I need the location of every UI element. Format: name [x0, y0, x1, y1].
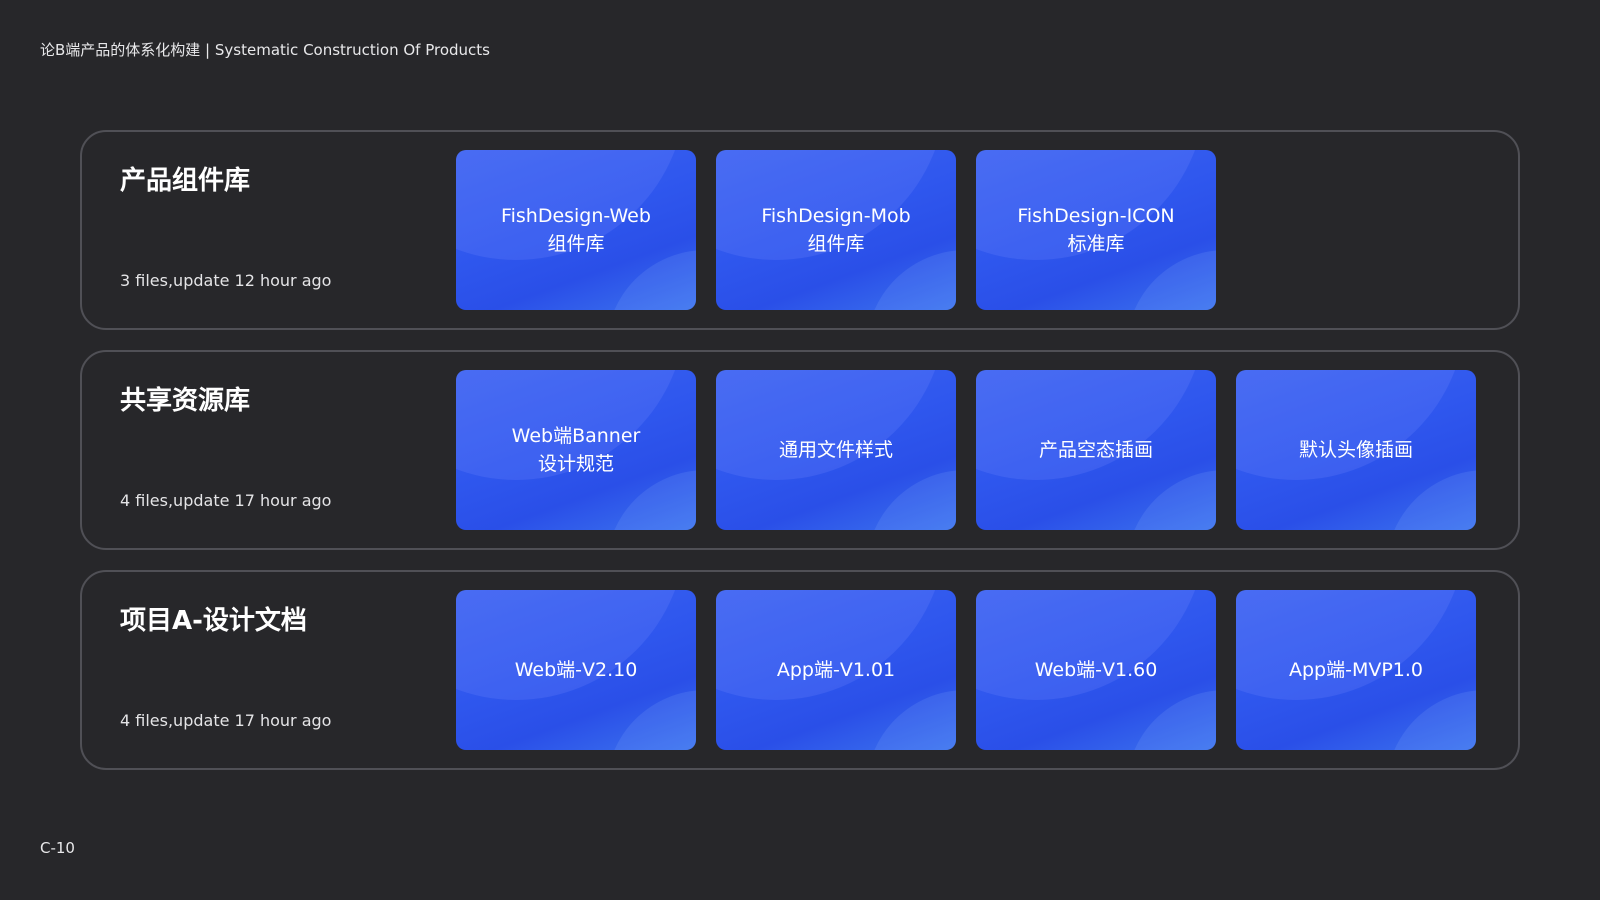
folder-card-web-banner[interactable]: Web端Banner 设计规范	[456, 370, 696, 530]
card-decoration	[606, 250, 696, 310]
card-decoration	[606, 690, 696, 750]
folder-card-app-v1-01[interactable]: App端-V1.01	[716, 590, 956, 750]
card-label: App端-MVP1.0	[1236, 656, 1476, 684]
section-title: 项目A-设计文档	[120, 606, 307, 636]
card-label: 产品空态插画	[976, 436, 1216, 464]
card-decoration	[866, 470, 956, 530]
section-meta: 4 files,update 17 hour ago	[120, 711, 332, 730]
card-decoration	[1126, 690, 1216, 750]
card-label: 通用文件样式	[716, 436, 956, 464]
card-label: 默认头像插画	[1236, 436, 1476, 464]
folder-card-file-styles[interactable]: 通用文件样式	[716, 370, 956, 530]
folder-card-fishdesign-mob[interactable]: FishDesign-Mob 组件库	[716, 150, 956, 310]
folder-card-fishdesign-web[interactable]: FishDesign-Web 组件库	[456, 150, 696, 310]
card-label-line1: FishDesign-Mob	[761, 205, 911, 227]
card-label-line1: 产品空态插画	[1038, 439, 1153, 461]
card-label-line1: FishDesign-ICON	[1017, 205, 1175, 227]
card-decoration	[1126, 470, 1216, 530]
card-decoration	[866, 250, 956, 310]
section-product-components: 产品组件库 3 files,update 12 hour ago FishDes…	[80, 130, 1520, 330]
card-label: Web端Banner 设计规范	[456, 422, 696, 478]
section-meta: 3 files,update 12 hour ago	[120, 271, 332, 290]
card-decoration	[606, 470, 696, 530]
card-label-line1: Web端Banner	[511, 425, 641, 447]
card-decoration	[1386, 470, 1476, 530]
folder-card-web-v2-10[interactable]: Web端-V2.10	[456, 590, 696, 750]
card-label-line2: 标准库	[1067, 233, 1125, 255]
card-label: FishDesign-Mob 组件库	[716, 202, 956, 258]
card-label: FishDesign-Web 组件库	[456, 202, 696, 258]
section-shared-resources: 共享资源库 4 files,update 17 hour ago Web端Ban…	[80, 350, 1520, 550]
card-label-line1: 通用文件样式	[778, 439, 893, 461]
card-decoration	[1386, 690, 1476, 750]
card-label-line2: 组件库	[547, 233, 605, 255]
card-decoration	[866, 690, 956, 750]
section-meta: 4 files,update 17 hour ago	[120, 491, 332, 510]
card-label-line1: 默认头像插画	[1298, 439, 1413, 461]
page-number: C-10	[40, 839, 75, 857]
card-label: Web端-V2.10	[456, 656, 696, 684]
folder-card-app-mvp1-0[interactable]: App端-MVP1.0	[1236, 590, 1476, 750]
card-label-line1: App端-MVP1.0	[1288, 659, 1424, 681]
card-label-line2: 设计规范	[537, 453, 614, 475]
card-label: App端-V1.01	[716, 656, 956, 684]
card-label: FishDesign-ICON 标准库	[976, 202, 1216, 258]
folder-card-avatar-illustrations[interactable]: 默认头像插画	[1236, 370, 1476, 530]
folder-card-web-v1-60[interactable]: Web端-V1.60	[976, 590, 1216, 750]
folder-card-fishdesign-icon[interactable]: FishDesign-ICON 标准库	[976, 150, 1216, 310]
folder-card-empty-state-illustrations[interactable]: 产品空态插画	[976, 370, 1216, 530]
card-label-line1: Web端-V1.60	[1034, 659, 1158, 681]
section-project-a-docs: 项目A-设计文档 4 files,update 17 hour ago Web端…	[80, 570, 1520, 770]
card-decoration	[1126, 250, 1216, 310]
card-label-line1: App端-V1.01	[776, 659, 896, 681]
card-label-line2: 组件库	[807, 233, 865, 255]
card-label-line1: Web端-V2.10	[514, 659, 638, 681]
section-title: 产品组件库	[120, 166, 251, 196]
card-label: Web端-V1.60	[976, 656, 1216, 684]
section-title: 共享资源库	[120, 386, 251, 416]
page-title: 论B端产品的体系化构建 | Systematic Construction Of…	[40, 41, 490, 59]
card-label-line1: FishDesign-Web	[501, 205, 651, 227]
